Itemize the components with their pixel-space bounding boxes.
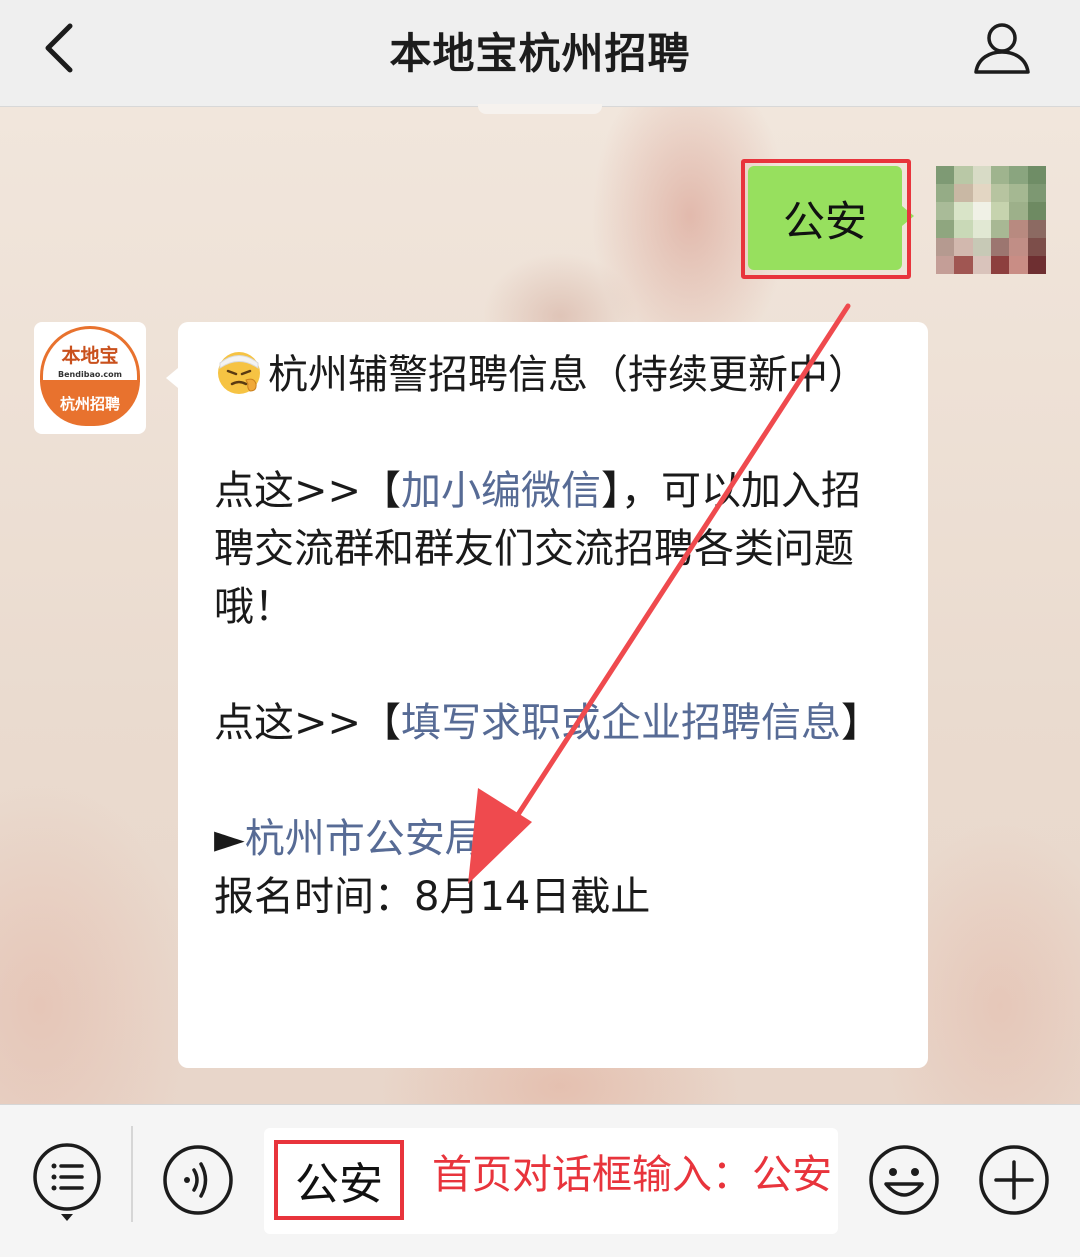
user-icon[interactable] <box>972 20 1032 76</box>
message-paragraph-1: 点这>>【加小编微信】，可以加入招聘交流群和群友们交流招聘各类问题哦！ <box>214 462 894 636</box>
nav-bar: 本地宝杭州招聘 <box>0 0 1080 107</box>
logo-name: 本地宝 <box>61 345 119 367</box>
menu-list-icon[interactable] <box>30 1140 104 1224</box>
paragraph-1-prefix: 点这>>【 <box>214 468 402 514</box>
message-content: 杭州辅警招聘信息（持续更新中） 点这>>【加小编微信】，可以加入招聘交流群和群友… <box>214 346 894 926</box>
paragraph-2-suffix: 】 <box>841 700 882 746</box>
logo-sub: 杭州招聘 <box>40 380 140 426</box>
voice-icon[interactable] <box>160 1142 236 1218</box>
message-item: ►杭州市公安局 <box>214 810 894 868</box>
pull-tab <box>478 104 602 114</box>
message-title: 杭州辅警招聘信息（持续更新中） <box>268 352 868 398</box>
message-paragraph-2: 点这>>【填写求职或企业招聘信息】 <box>214 694 894 752</box>
submit-info-link[interactable]: 填写求职或企业招聘信息 <box>401 700 841 746</box>
highlight-frame <box>741 159 911 279</box>
logo: 本地宝 Bendibao.com <box>40 326 140 382</box>
thinking-face-icon <box>218 352 260 394</box>
input-value[interactable]: 公安 <box>274 1140 404 1220</box>
instruction-hint: 首页对话框输入：公安 <box>432 1152 832 1198</box>
play-marker-icon: ► <box>214 816 245 862</box>
avatar[interactable] <box>936 166 1046 274</box>
message-title-line: 杭州辅警招聘信息（持续更新中） <box>214 346 894 404</box>
paragraph-2-prefix: 点这>>【 <box>214 700 402 746</box>
police-bureau-link[interactable]: 杭州市公安局 <box>245 816 485 862</box>
deadline-text: 报名时间：8月14日截止 <box>214 874 651 920</box>
received-bubble-tail <box>166 368 178 388</box>
divider <box>131 1126 133 1222</box>
official-account-avatar[interactable]: 本地宝 Bendibao.com 杭州招聘 <box>34 322 146 434</box>
page-title: 本地宝杭州招聘 <box>389 29 691 78</box>
logo-domain: Bendibao.com <box>58 370 122 379</box>
plus-icon[interactable] <box>976 1142 1052 1218</box>
smiley-icon[interactable] <box>866 1142 942 1218</box>
add-wechat-link[interactable]: 加小编微信 <box>401 468 601 514</box>
